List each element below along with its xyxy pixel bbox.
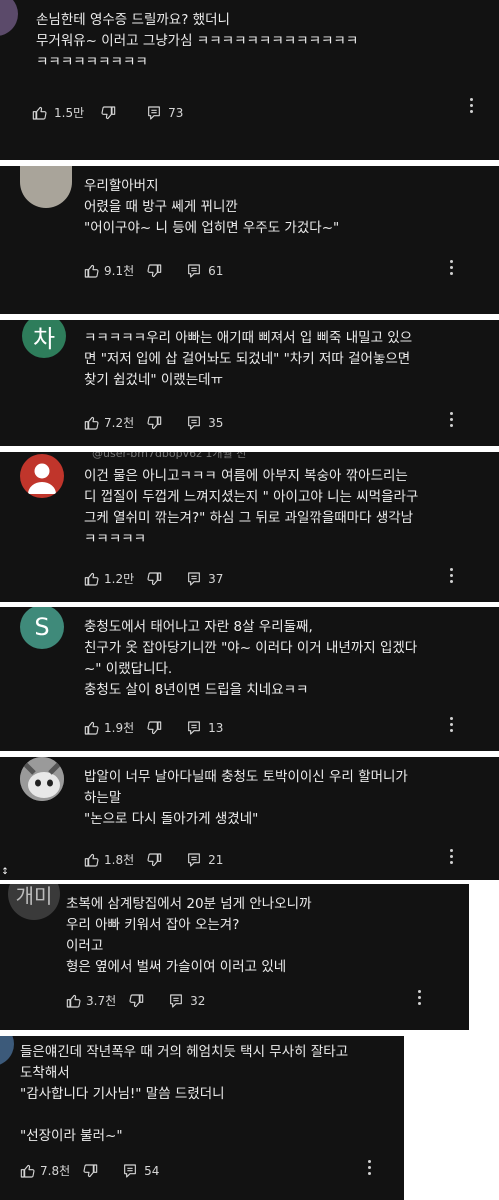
thumbs-up-icon[interactable]	[84, 415, 100, 431]
comment-card: 개미 초복에 삼계탕집에서 20분 넘게 안나오니까 우리 아빠 키워서 잡아 …	[0, 884, 469, 1030]
more-vert-icon[interactable]	[448, 717, 454, 732]
thumbs-down-icon[interactable]	[146, 852, 162, 868]
comment-actions: 3.7천 32	[66, 992, 205, 1009]
cat-photo-icon	[20, 757, 64, 801]
reply-count: 35	[208, 415, 224, 430]
like-count: 1.5만	[54, 106, 85, 120]
reply-icon[interactable]	[168, 993, 184, 1009]
comment-text: 들은얘긴데 작년폭우 때 거의 헤엄치듯 택시 무사히 잘타고 도착해서 "감사…	[20, 1044, 349, 1144]
comment-actions: 1.9천 13	[84, 719, 223, 736]
thumbs-up-icon[interactable]	[84, 852, 100, 868]
comment-card: 차 ㅋㅋㅋㅋㅋ우리 아빠는 애기때 삐져서 입 삐죽 내밀고 있으 면 "저저 …	[0, 320, 499, 446]
thumbs-down-icon[interactable]	[146, 263, 162, 279]
more-vert-icon[interactable]	[448, 849, 454, 864]
thumbs-up-icon[interactable]	[84, 720, 100, 736]
thumbs-down-icon[interactable]	[128, 993, 144, 1009]
comment-text: 우리할아버지 어렸을 때 방구 쎄게 뀌니깐 "어이구야~ 니 등에 업히면 우…	[84, 178, 340, 236]
avatar[interactable]	[0, 1036, 14, 1066]
like-count: 1.8천	[104, 853, 135, 867]
reply-count: 37	[208, 571, 224, 586]
like-count: 1.9천	[104, 721, 135, 735]
thumbs-down-icon[interactable]	[146, 720, 162, 736]
thumbs-down-icon[interactable]	[82, 1163, 98, 1179]
more-vert-icon[interactable]	[448, 568, 454, 583]
avatar-letter: 차	[32, 324, 56, 353]
comment-text: ㅋㅋㅋㅋㅋ우리 아빠는 애기때 삐져서 입 삐죽 내밀고 있으 면 "저저 입에…	[84, 330, 413, 388]
thumbs-up-icon[interactable]	[32, 105, 48, 121]
reply-icon[interactable]	[186, 263, 202, 279]
more-vert-icon[interactable]	[448, 412, 454, 427]
comment-text: 밥알이 너무 날아다닐때 충청도 토박이이신 우리 할머니가 하는말 "논으로 …	[84, 769, 408, 827]
thumbs-up-icon[interactable]	[20, 1163, 36, 1179]
thumbs-up-icon[interactable]	[66, 993, 82, 1009]
comment-card: 손님한테 영수증 드릴까요? 했더니 무거워유~ 이러고 그냥가심 ㅋㅋㅋㅋㅋㅋ…	[0, 0, 499, 160]
avatar[interactable]	[20, 454, 64, 498]
comment-actions: 7.2천 35	[84, 414, 223, 431]
comment-actions: 9.1천 61	[84, 262, 223, 279]
thumbs-down-icon[interactable]	[100, 105, 116, 121]
like-count: 3.7천	[86, 994, 117, 1008]
comment-actions: 1.2만 37	[84, 570, 223, 587]
reply-icon[interactable]	[122, 1163, 138, 1179]
comment-card: 들은얘긴데 작년폭우 때 거의 헤엄치듯 택시 무사히 잘타고 도착해서 "감사…	[0, 1036, 404, 1200]
person-icon	[28, 463, 56, 494]
comment-actions: 1.5만 73	[32, 104, 183, 121]
comment-text: 이건 물은 아니고ㅋㅋㅋ 여름에 아부지 복숭아 깎아드리는 디 껍질이 두껍게…	[84, 468, 419, 547]
thumbs-down-icon[interactable]	[146, 415, 162, 431]
avatar[interactable]	[0, 0, 18, 36]
more-vert-icon[interactable]	[416, 990, 422, 1005]
comment-card: 밥알이 너무 날아다닐때 충청도 토박이이신 우리 할머니가 하는말 "논으로 …	[0, 757, 499, 880]
comment-card: S 충청도에서 태어나고 자란 8살 우리둘째, 친구가 옷 잡아당기니깐 "야…	[0, 607, 499, 751]
avatar[interactable]: 개미	[8, 884, 60, 920]
reply-icon[interactable]	[146, 105, 162, 121]
more-vert-icon[interactable]	[448, 260, 454, 275]
comment-text: 초복에 삼계탕집에서 20분 넘게 안나오니까 우리 아빠 키워서 잡아 오는겨…	[66, 896, 312, 975]
reply-icon[interactable]	[186, 720, 202, 736]
like-count: 7.2천	[104, 416, 135, 430]
like-count: 7.8천	[40, 1164, 71, 1178]
reply-count: 61	[208, 263, 224, 278]
avatar[interactable]: 차	[22, 320, 66, 358]
reply-icon[interactable]	[186, 415, 202, 431]
comment-card: 우리할아버지 어렸을 때 방구 쎄게 뀌니깐 "어이구야~ 니 등에 업히면 우…	[0, 166, 499, 314]
avatar[interactable]	[20, 757, 64, 801]
comment-card: @user-bm7dbopv6z 1개월 전 이건 물은 아니고ㅋㅋㅋ 여름에 …	[0, 452, 499, 602]
reply-count: 54	[144, 1163, 160, 1178]
reply-count: 32	[190, 993, 206, 1008]
comment-actions: 7.8천 54	[20, 1162, 159, 1179]
comment-text: 충청도에서 태어나고 자란 8살 우리둘째, 친구가 옷 잡아당기니깐 "야~ …	[84, 619, 418, 698]
reply-icon[interactable]	[186, 571, 202, 587]
comment-actions: 1.8천 21	[84, 851, 223, 868]
reply-count: 73	[168, 105, 184, 120]
avatar-letter: 개미	[15, 884, 53, 908]
like-count: 9.1천	[104, 264, 135, 278]
more-vert-icon[interactable]	[366, 1160, 372, 1175]
avatar[interactable]	[20, 166, 72, 208]
comment-text: 손님한테 영수증 드릴까요? 했더니 무거워유~ 이러고 그냥가심 ㅋㅋㅋㅋㅋㅋ…	[36, 12, 359, 70]
avatar-letter: S	[34, 613, 50, 641]
avatar[interactable]: S	[20, 607, 64, 649]
reply-count: 21	[208, 852, 224, 867]
scroll-handle-icon[interactable]: ↕	[0, 866, 10, 878]
reply-count: 13	[208, 720, 224, 735]
comment-header: @user-bm7dbopv6z 1개월 전	[92, 452, 247, 460]
thumbs-down-icon[interactable]	[146, 571, 162, 587]
more-vert-icon[interactable]	[468, 98, 474, 113]
reply-icon[interactable]	[186, 852, 202, 868]
thumbs-up-icon[interactable]	[84, 571, 100, 587]
like-count: 1.2만	[104, 572, 135, 586]
thumbs-up-icon[interactable]	[84, 263, 100, 279]
